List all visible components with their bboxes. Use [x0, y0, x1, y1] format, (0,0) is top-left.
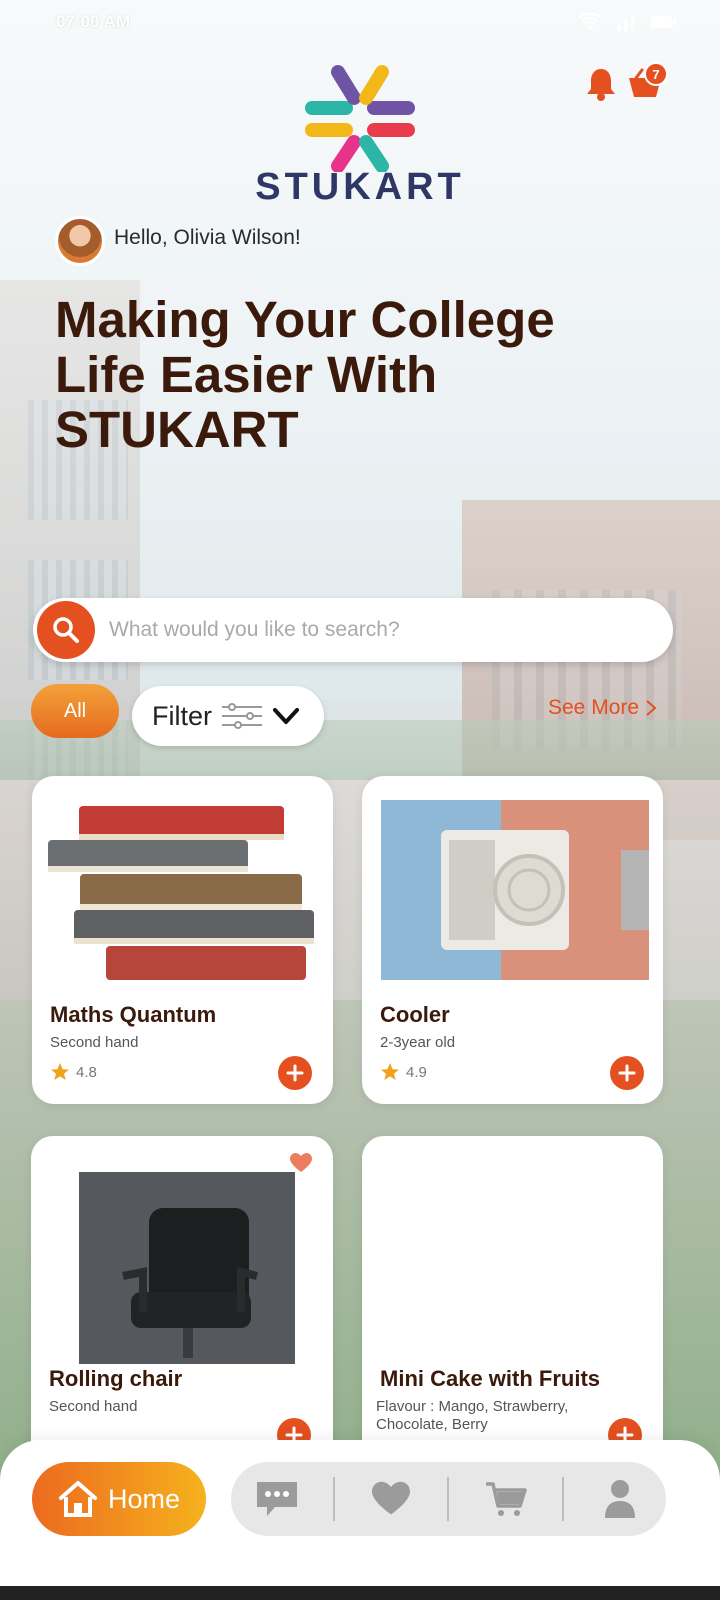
product-rating: 4.8: [50, 1062, 97, 1082]
search-button[interactable]: [37, 601, 95, 659]
book-stack-image: [48, 806, 314, 980]
product-card[interactable]: Mini Cake with Fruits Flavour : Mango, S…: [362, 1136, 663, 1466]
nav-home-button[interactable]: Home: [32, 1462, 206, 1536]
nav-icon-group: [231, 1462, 666, 1536]
all-chip[interactable]: All: [31, 684, 119, 738]
product-subtitle: 2-3year old: [380, 1034, 456, 1051]
filter-label: Filter: [152, 700, 212, 731]
bell-icon: [587, 69, 615, 101]
battery-icon: [650, 16, 676, 28]
product-rating: 4.9: [380, 1062, 427, 1082]
user-avatar[interactable]: [55, 216, 105, 266]
stukart-logo: [300, 60, 420, 177]
brand-wordmark: STUKART: [255, 166, 465, 208]
product-title: Mini Cake with Fruits: [380, 1366, 601, 1391]
wifi-icon: [578, 12, 602, 30]
heart-icon: [290, 1153, 312, 1172]
star-icon: [381, 1063, 399, 1080]
heart-icon: [372, 1481, 411, 1515]
nav-profile-button[interactable]: [585, 1469, 655, 1529]
nav-divider: [447, 1477, 450, 1521]
search-bar: [33, 598, 673, 662]
nav-divider: [332, 1477, 335, 1521]
nav-divider: [562, 1477, 565, 1521]
product-title: Maths Quantum: [50, 1002, 217, 1027]
status-time: 07:00 AM: [56, 12, 131, 31]
add-to-cart-button[interactable]: [278, 1056, 312, 1090]
cart-icon: [485, 1482, 527, 1516]
notifications-button[interactable]: [584, 66, 618, 107]
product-card[interactable]: Rolling chair Second hand: [31, 1136, 333, 1466]
hero-headline: Making Your College Life Easier With STU…: [55, 292, 675, 457]
search-icon: [53, 617, 79, 643]
user-icon: [605, 1480, 636, 1518]
plus-icon: [618, 1064, 636, 1082]
chat-icon: [256, 1482, 297, 1516]
office-chair-image: [79, 1172, 295, 1364]
star-burst-logo-icon: [305, 65, 415, 173]
product-title: Cooler: [380, 1002, 450, 1027]
rating-value: 4.9: [406, 1063, 427, 1081]
hero-line-1: Making Your College: [55, 291, 555, 348]
home-icon: [58, 1481, 97, 1517]
see-more-link[interactable]: See More: [548, 696, 657, 720]
bottom-navigation: Home: [0, 1440, 720, 1600]
hero-line-2: Life Easier With: [55, 346, 438, 403]
product-card[interactable]: Cooler 2-3year old 4.9: [362, 776, 663, 1104]
star-icon: [51, 1063, 69, 1080]
plus-icon: [286, 1064, 304, 1082]
nav-messages-button[interactable]: [242, 1469, 312, 1529]
nav-favorites-button[interactable]: [356, 1469, 426, 1529]
nav-cart-button[interactable]: [471, 1469, 541, 1529]
product-subtitle: Second hand: [50, 1034, 139, 1051]
product-title: Rolling chair: [49, 1366, 183, 1391]
ac-unit-image: [381, 800, 649, 980]
see-more-label: See More: [548, 696, 640, 719]
hero-line-3: STUKART: [55, 401, 299, 458]
product-subtitle: Second hand: [49, 1398, 138, 1415]
search-input[interactable]: [109, 618, 629, 642]
rating-value: 4.8: [76, 1063, 97, 1081]
signal-icon: [617, 14, 635, 31]
basket-button[interactable]: 7: [626, 62, 668, 105]
status-icons: [578, 12, 676, 32]
chevron-down-icon: [273, 708, 299, 724]
greeting-text: Hello, Olivia Wilson!: [114, 226, 301, 249]
system-nav-bar: [0, 1586, 720, 1600]
filter-dropdown[interactable]: Filter: [132, 686, 324, 746]
home-label: Home: [107, 1483, 181, 1514]
cart-count-badge: 7: [644, 62, 668, 86]
product-subtitle: Flavour : Mango, Strawberry, Chocolate, …: [376, 1398, 569, 1433]
product-card[interactable]: Maths Quantum Second hand 4.8: [32, 776, 333, 1104]
add-to-cart-button[interactable]: [610, 1056, 644, 1090]
chevron-right-icon: [646, 700, 657, 716]
sliders-icon: [222, 703, 262, 729]
